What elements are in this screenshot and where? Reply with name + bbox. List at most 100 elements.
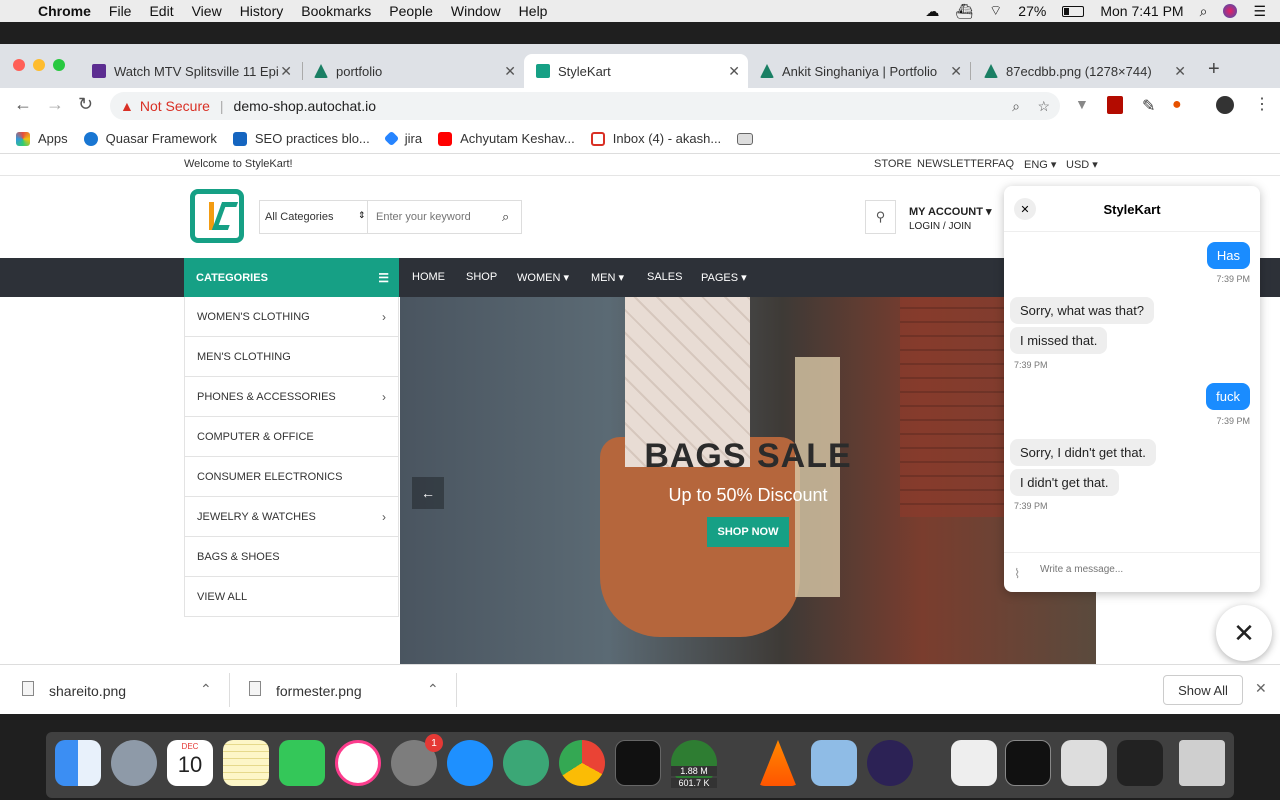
facetime-icon[interactable] [279, 740, 325, 786]
wifi-icon[interactable]: ⌔ [989, 2, 1002, 20]
language-select[interactable]: ENG ▾ [1024, 158, 1056, 171]
bookmark-seo[interactable]: SEO practices blo... [232, 131, 370, 146]
stylekart-logo[interactable] [190, 189, 244, 243]
security-label[interactable]: Not Secure [140, 98, 210, 114]
extension-picker-icon[interactable]: ✎ [1142, 96, 1155, 116]
nav-shop[interactable]: SHOP [466, 271, 497, 283]
zoom-icon[interactable]: ⌕ [1012, 98, 1020, 115]
chat-toggle-close-button[interactable]: ✕ [1216, 605, 1272, 661]
menu-edit[interactable]: Edit [149, 3, 173, 19]
screenshot-thumbnail-icon[interactable] [1117, 740, 1163, 786]
menu-app-name[interactable]: Chrome [38, 3, 91, 19]
menubar-clock[interactable]: Mon 7:41 PM [1100, 3, 1183, 19]
currency-select[interactable]: USD ▾ [1066, 158, 1098, 171]
category-consumer-electronics[interactable]: CONSUMER ELECTRONICS [184, 457, 399, 497]
notes-icon[interactable] [223, 740, 269, 786]
menu-window[interactable]: Window [451, 3, 501, 19]
calendar-icon[interactable]: DEC 10 [167, 740, 213, 786]
link-faq[interactable]: FAQ [992, 158, 1014, 170]
category-jewelry-watches[interactable]: JEWELRY & WATCHES › [184, 497, 399, 537]
screenshot-thumbnail-icon[interactable] [1005, 740, 1051, 786]
spotlight-search-icon[interactable]: ⌕ [1200, 3, 1208, 20]
my-account-link[interactable]: MY ACCOUNT ▾ [909, 205, 992, 218]
menu-file[interactable]: File [109, 3, 132, 19]
system-preferences-icon[interactable]: 1 [391, 734, 443, 786]
tab-close-icon[interactable]: ✕ [950, 63, 962, 80]
menu-history[interactable]: History [240, 3, 284, 19]
menu-help[interactable]: Help [519, 3, 548, 19]
tab-image[interactable]: 87ecdbb.png (1278×744) ✕ [972, 54, 1194, 88]
login-join-link[interactable]: LOGIN / JOIN [909, 221, 971, 232]
tab-close-icon[interactable]: ✕ [280, 63, 292, 80]
archive-file-icon[interactable] [951, 740, 997, 786]
link-newsletter[interactable]: NEWSLETTER [917, 158, 992, 170]
notification-center-icon[interactable]: ☰ [1253, 3, 1266, 20]
download-item-shareito[interactable]: shareito.png [49, 683, 126, 699]
category-bags-shoes[interactable]: BAGS & SHOES [184, 537, 399, 577]
category-computer-office[interactable]: COMPUTER & OFFICE [184, 417, 399, 457]
tab-voot[interactable]: Watch MTV Splitsville 11 Epi ✕ [80, 54, 300, 88]
category-phones[interactable]: PHONES & ACCESSORIES › [184, 377, 399, 417]
tab-close-icon[interactable]: ✕ [1174, 63, 1186, 80]
itunes-icon[interactable] [335, 740, 381, 786]
menu-bookmarks[interactable]: Bookmarks [301, 3, 371, 19]
profile-avatar[interactable] [1216, 96, 1234, 114]
category-select[interactable]: All Categories [260, 201, 368, 233]
launchpad-icon[interactable] [111, 740, 157, 786]
search-icon[interactable]: ⌕ [502, 209, 509, 225]
preview-icon[interactable] [811, 740, 857, 786]
app-store-icon[interactable] [447, 740, 493, 786]
network-monitor-icon[interactable]: 1.88 M 601.7 K [671, 740, 717, 788]
close-downloads-icon[interactable]: ✕ [1255, 680, 1267, 697]
nav-sales[interactable]: SALES [647, 271, 682, 283]
menu-people[interactable]: People [389, 3, 433, 19]
chevron-up-icon[interactable]: ⌃ [427, 681, 439, 698]
download-item-formester[interactable]: formester.png [276, 683, 362, 699]
terminal-icon[interactable] [615, 740, 661, 786]
slider-prev-button[interactable]: ← [412, 477, 444, 509]
screenshot-thumbnail-icon[interactable] [1061, 740, 1107, 786]
extension-fire-icon[interactable]: ● [1172, 96, 1182, 114]
bookmark-quasar[interactable]: Quasar Framework [83, 131, 217, 146]
account-icon[interactable]: ⚲ [865, 200, 896, 234]
forward-button[interactable]: → [46, 94, 64, 115]
extension-pdf-icon[interactable] [1107, 96, 1123, 114]
tab-stylekart[interactable]: StyleKart ✕ [524, 54, 748, 88]
bookmark-apps[interactable]: Apps [16, 131, 68, 146]
attachment-icon[interactable]: ⌇ [1014, 566, 1020, 582]
bookmark-star-icon[interactable]: ☆ [1037, 98, 1050, 115]
menu-view[interactable]: View [192, 3, 222, 19]
categories-header[interactable]: CATEGORIES ☰ [184, 258, 399, 297]
siri-icon[interactable] [1223, 4, 1238, 18]
tab-close-icon[interactable]: ✕ [504, 63, 516, 80]
battery-icon[interactable] [1062, 5, 1085, 17]
eclipse-icon[interactable] [867, 740, 913, 786]
atom-icon[interactable] [503, 740, 549, 786]
chat-message-input[interactable] [1040, 564, 1240, 575]
tab-close-icon[interactable]: ✕ [728, 63, 740, 80]
back-button[interactable]: ← [14, 94, 32, 115]
omnibox[interactable]: ▲ Not Secure | demo-shop.autochat.io ⌕ ☆ [110, 92, 1060, 120]
bookmark-jira[interactable]: jira [383, 130, 422, 147]
window-minimize-button[interactable] [33, 59, 45, 71]
window-zoom-button[interactable] [53, 59, 65, 71]
shop-now-button[interactable]: SHOP NOW [707, 517, 789, 547]
nav-home[interactable]: HOME [412, 271, 445, 283]
link-store[interactable]: STORE [874, 158, 912, 170]
chevron-up-icon[interactable]: ⌃ [200, 681, 212, 698]
bookmark-gmail[interactable]: Inbox (4) - akash... [590, 131, 721, 146]
nav-women[interactable]: WOMEN ▾ [517, 271, 569, 284]
docker-icon[interactable]: ⛴ [955, 3, 973, 20]
chrome-icon[interactable] [559, 740, 605, 786]
bookmark-folder[interactable] [737, 132, 761, 145]
chrome-menu-icon[interactable]: ⋮ [1254, 94, 1270, 114]
url-text[interactable]: demo-shop.autochat.io [234, 98, 376, 114]
bookmark-youtube[interactable]: Achyutam Keshav... [438, 131, 575, 146]
tab-portfolio[interactable]: portfolio ✕ [302, 54, 524, 88]
nav-men[interactable]: MEN ▾ [591, 271, 624, 284]
trash-icon[interactable] [1179, 740, 1225, 786]
window-close-button[interactable] [13, 59, 25, 71]
tab-ankit-portfolio[interactable]: Ankit Singhaniya | Portfolio ✕ [748, 54, 970, 88]
reload-button[interactable]: ↻ [78, 94, 93, 115]
category-view-all[interactable]: VIEW ALL [184, 577, 399, 617]
